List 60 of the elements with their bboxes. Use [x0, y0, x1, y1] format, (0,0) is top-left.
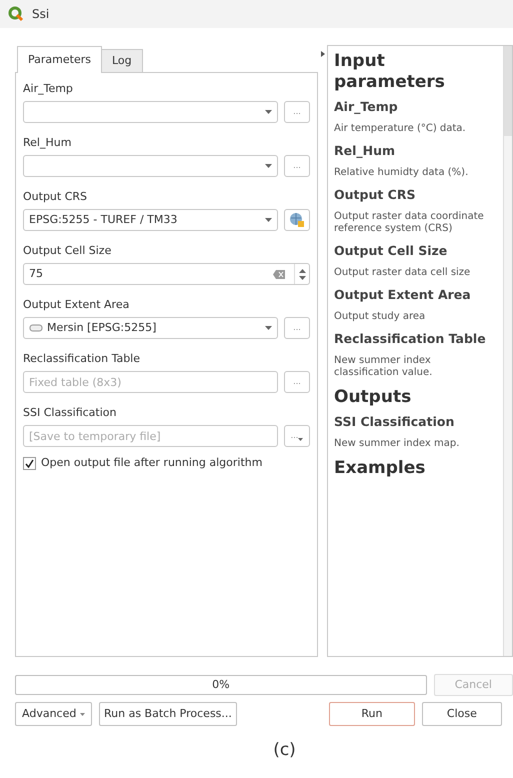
advanced-menu-button[interactable]: Advanced: [15, 702, 92, 726]
progress-text: 0%: [212, 676, 230, 693]
field-label: Output Extent Area: [23, 297, 130, 313]
help-heading: Outputs: [334, 387, 412, 408]
dropdown-arrow-icon: [265, 218, 272, 222]
browse-button[interactable]: ...: [284, 371, 310, 393]
dropdown-arrow-icon: [265, 326, 272, 330]
checkbox-label: Open output file after running algorithm: [41, 455, 262, 471]
dropdown-arrow-icon: [298, 438, 304, 441]
batch-button[interactable]: Run as Batch Process...: [99, 702, 237, 726]
help-text: New summer index map.: [334, 438, 460, 450]
help-subheading: Air_Temp: [334, 99, 399, 115]
browse-button[interactable]: ...: [284, 101, 310, 123]
number-field[interactable]: 75: [23, 263, 310, 285]
help-heading: Examples: [334, 458, 426, 479]
scrollbar[interactable]: [503, 46, 512, 656]
help-text: Relative humidty data (%).: [334, 167, 470, 179]
help-heading: Input parameters: [334, 51, 446, 93]
help-subheading: SSI Classification: [334, 414, 456, 430]
help-text: Output raster data coordinate reference system (CRS): [334, 211, 485, 235]
field-label: SSI Classification: [23, 405, 118, 421]
help-text: New summer index classification value.: [334, 355, 434, 379]
browse-button[interactable]: ...: [284, 317, 310, 339]
field-label: Rel_Hum: [23, 135, 72, 151]
dropdown-arrow-icon: [265, 164, 272, 168]
window-title: Ssi: [32, 6, 50, 23]
tab[interactable]: Parameters: [17, 46, 102, 73]
help-subheading: Output Cell Size: [334, 243, 448, 259]
input-field[interactable]: [Save to temporary file]: [23, 425, 278, 447]
map-layer-icon: [29, 324, 43, 332]
field-label: Output Cell Size: [23, 243, 112, 259]
help-subheading: Reclassification Table: [334, 331, 487, 347]
help-subheading: Output CRS: [334, 187, 416, 203]
spinner-arrows-icon[interactable]: [294, 264, 309, 284]
help-text: Output study area: [334, 311, 426, 323]
figure-caption: (c): [272, 739, 297, 762]
checkbox[interactable]: [23, 456, 36, 470]
projection-button[interactable]: [284, 209, 310, 231]
field-label: Output CRS: [23, 189, 88, 205]
field-label: Reclassification Table: [23, 351, 142, 367]
help-text: Output raster data cell size: [334, 267, 472, 279]
clear-icon[interactable]: [273, 270, 285, 278]
dropdown-arrow-icon: [80, 712, 85, 716]
globe-icon: [289, 212, 305, 228]
field-label: Air_Temp: [23, 81, 74, 97]
checkmark-icon: [25, 458, 34, 468]
input-field[interactable]: Fixed table (8x3): [23, 371, 278, 393]
run-button[interactable]: Run: [328, 702, 415, 726]
app-logo-icon: [8, 6, 24, 22]
close-button[interactable]: Close: [422, 702, 502, 726]
tab[interactable]: Log: [100, 49, 143, 72]
dropdown[interactable]: Mersin [EPSG:5255]: [23, 317, 278, 339]
browse-button[interactable]: ...: [284, 155, 310, 177]
help-subheading: Output Extent Area: [334, 287, 472, 303]
dropdown[interactable]: EPSG:5255 - TUREF / TM33: [23, 209, 278, 231]
help-subheading: Rel_Hum: [334, 143, 396, 159]
browse-button[interactable]: ...: [284, 425, 310, 447]
collapse-arrow-icon[interactable]: [320, 51, 324, 57]
dropdown-arrow-icon: [265, 110, 272, 114]
help-text: Air temperature (°C) data.: [334, 123, 467, 135]
